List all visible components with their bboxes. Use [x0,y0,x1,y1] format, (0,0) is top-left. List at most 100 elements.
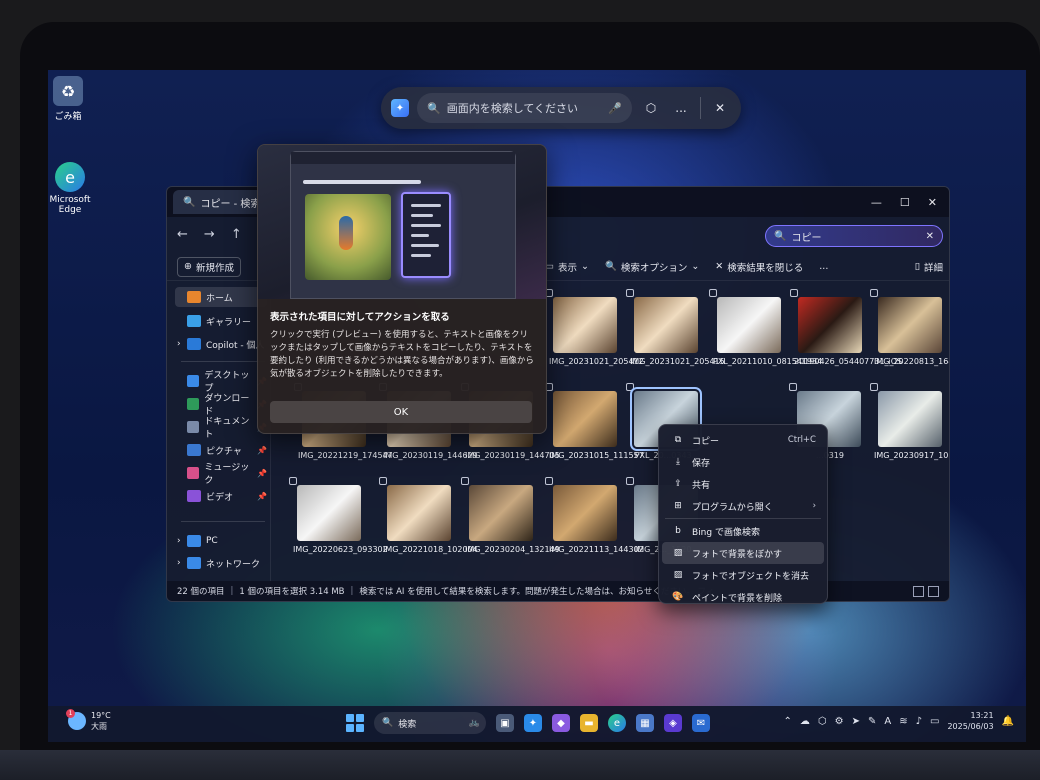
cube-icon[interactable]: ⬡ [818,716,827,727]
task-view-icon[interactable]: ▣ [496,714,514,732]
chevron-right-icon[interactable]: › [177,536,181,546]
context-menu-item[interactable]: b Bing で画像検索 [662,520,824,542]
select-checkbox[interactable] [870,289,878,297]
screen-search-input[interactable]: 🔍 画面内を検索してください 🎤 [417,93,632,123]
select-checkbox[interactable] [289,477,297,485]
file-thumbnail[interactable]: PXL_20211010_081541934 [709,289,822,379]
back-arrow-icon[interactable]: ← [177,227,188,242]
photo-preview [387,485,451,541]
settings-icon[interactable]: ⚙ [835,716,844,727]
context-menu-item[interactable]: 🎨 ペイントで背景を削除 [662,586,824,608]
ok-button[interactable]: OK [270,401,532,423]
select-checkbox[interactable] [626,383,634,391]
select-checkbox[interactable] [626,477,634,485]
notification-icon[interactable]: 🔔 [1002,716,1014,727]
details-button[interactable]: ▯ 詳細 [915,260,943,274]
file-thumbnail[interactable]: 20190426_054407731_iOS [790,289,902,379]
sidebar-item[interactable]: ダウンロード📌 [175,394,267,417]
context-menu-item[interactable]: ▨ フォトでオブジェクトを消去 [662,564,824,586]
file-thumbnail[interactable]: IMG_20220623_093302 [289,477,388,567]
clock[interactable]: 13:21 2025/06/03 [947,710,993,732]
explorer-search-box[interactable]: 🔍 コピー ✕ [765,225,943,247]
new-button[interactable]: ⊕ 新規作成 [177,256,241,277]
thumbnail-view-icon[interactable] [928,585,939,597]
file-thumbnail[interactable]: IMG_20231015_111557 [545,383,644,473]
send-icon[interactable]: ➤ [852,716,860,727]
select-checkbox[interactable] [709,289,717,297]
more-button[interactable]: ... [819,261,828,272]
clear-search-icon[interactable]: ✕ [926,231,934,242]
select-checkbox[interactable] [790,289,798,297]
copilot-icon[interactable]: ✦ [524,714,542,732]
wifi-icon[interactable]: ≋ [899,716,907,727]
chevron-right-icon[interactable]: › [177,339,181,349]
click-to-do-icon[interactable]: ✦ [391,99,409,117]
edge-taskbar-icon[interactable]: e [608,714,626,732]
cube-icon[interactable]: ⬡ [640,101,662,115]
file-thumbnail[interactable]: IMG_20221113_144302 [545,477,644,567]
click-to-do-bar: ✦ 🔍 画面内を検索してください 🎤 ⬡ ... ✕ [381,87,741,129]
desktop-icon-edge[interactable]: e Microsoft Edge [48,162,100,215]
sidebar-item[interactable]: › PC [175,531,267,551]
file-thumbnail[interactable]: IMG_20230917_105231 [870,383,949,473]
pen-icon[interactable]: ✎ [868,716,876,727]
copilot-app-icon[interactable]: ◆ [552,714,570,732]
sidebar-item[interactable]: ピクチャ 📌 [175,440,267,460]
file-thumbnail[interactable]: IMG_20231021_205412 [545,289,644,379]
up-arrow-icon[interactable]: ↑ [231,227,242,242]
microphone-icon[interactable]: 🎤 [608,102,622,115]
sidebar-item[interactable]: › Copilot - 個人 [175,334,267,354]
context-menu-item[interactable]: ⤓ 保存 [662,451,824,473]
context-menu-label: 保存 [692,458,711,469]
weather-icon: 1 [66,709,86,730]
store-icon[interactable]: ▦ [636,714,654,732]
file-thumbnail[interactable]: IMG_20221018_102004 [379,477,478,567]
select-checkbox[interactable] [379,477,387,485]
search-options-label: 検索オプション [620,262,688,274]
forward-arrow-icon[interactable]: → [204,227,215,242]
list-view-icon[interactable] [913,585,924,597]
sidebar-item[interactable]: ホーム [175,287,267,307]
chevron-up-icon[interactable]: ⌃ [783,716,791,727]
chevron-right-icon[interactable]: › [177,558,181,568]
file-thumbnail[interactable]: IMG_20231021_205415 [626,289,725,379]
search-icon: 🔍 [183,196,196,208]
outlook-icon[interactable]: ✉ [692,714,710,732]
context-menu-item[interactable]: ▨ フォトで背景をぼかす [662,542,824,564]
taskbar-search[interactable]: 🔍 検索 🚲 [374,712,486,734]
context-menu-item[interactable]: ⇪ 共有 [662,473,824,495]
select-checkbox[interactable] [789,383,797,391]
sync-icon[interactable]: ☁ [800,716,810,727]
desktop-icon-recycle-bin[interactable]: ♻ ごみ箱 [48,76,98,122]
start-button[interactable] [346,714,364,732]
teams-icon[interactable]: ◈ [664,714,682,732]
sidebar-item[interactable]: ミュージック 📌 [175,463,267,486]
select-checkbox[interactable] [545,477,553,485]
select-checkbox[interactable] [870,383,878,391]
close-search-results-button[interactable]: ✕ 検索結果を閉じる [715,260,803,274]
context-menu-item[interactable]: ⊞ プログラムから開く › [662,495,824,517]
context-menu-item[interactable]: ⧉ コピー Ctrl+C [662,429,824,451]
view-button[interactable]: ▭ 表示 ⌄ [545,260,589,274]
maximize-icon[interactable]: ☐ [900,196,910,209]
sidebar-item[interactable]: ドキュメント📌 [175,417,267,440]
select-checkbox[interactable] [461,477,469,485]
sidebar-item[interactable]: ギャラリー [175,311,267,331]
illustration-titlebar [291,152,515,164]
file-thumbnail[interactable]: IMG_20220813_164558 [870,289,949,379]
file-thumbnail[interactable]: IMG_20230204_132149 [461,477,560,567]
volume-icon[interactable]: ♪ [916,716,922,727]
sidebar-item[interactable]: ビデオ 📌 [175,486,267,506]
ime-icon[interactable]: A [884,716,891,727]
close-icon[interactable]: ✕ [928,196,937,209]
sidebar-item[interactable]: デスクトップ📌 [175,371,267,394]
sidebar-item[interactable]: › ネットワーク [175,553,267,573]
minimize-icon[interactable]: — [871,196,882,209]
close-button[interactable]: ✕ [709,101,731,115]
select-checkbox[interactable] [626,289,634,297]
weather-widget[interactable]: 1 19°C 大雨 [66,709,111,732]
battery-icon[interactable]: ▭ [930,716,939,727]
file-explorer-icon[interactable]: ▬ [580,714,598,732]
more-options-button[interactable]: ... [670,101,692,115]
search-options-button[interactable]: 🔍 検索オプション ⌄ [605,260,699,274]
